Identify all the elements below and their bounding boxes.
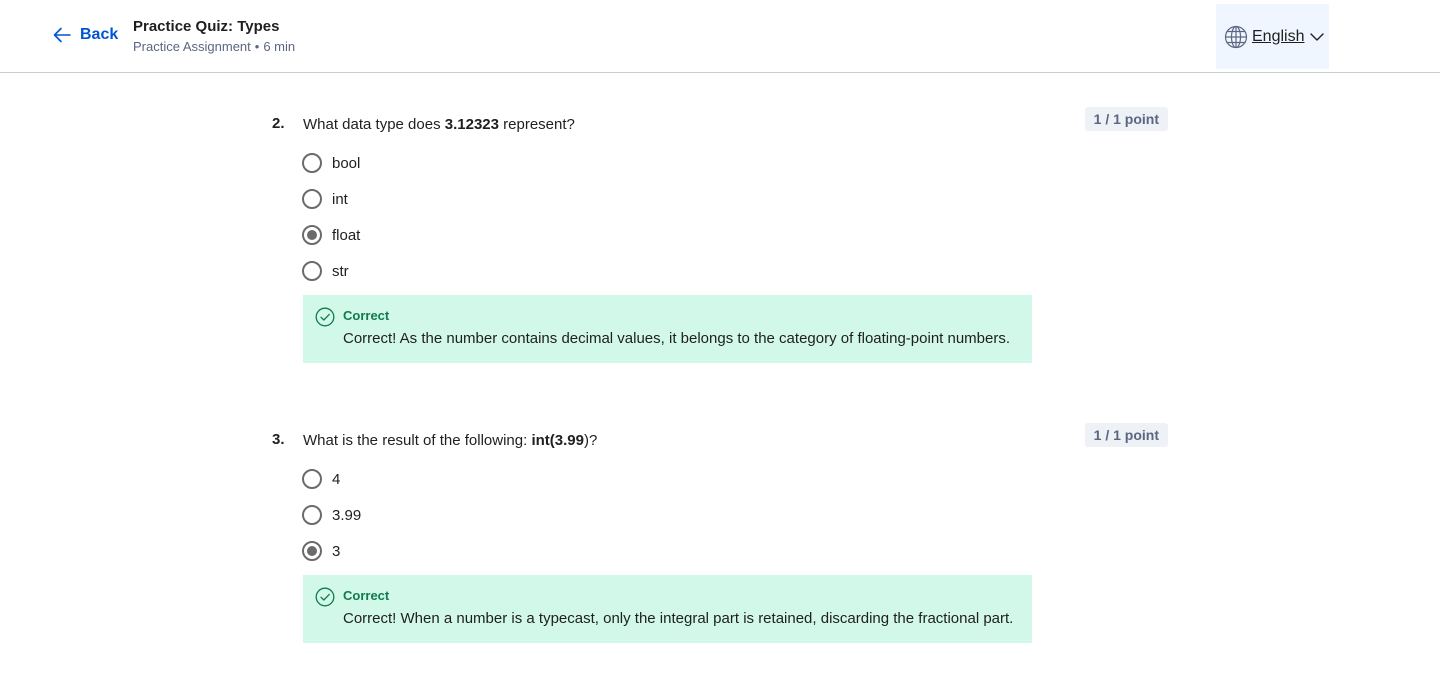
- feedback-correct: Correct Correct! As the number contains …: [303, 295, 1032, 363]
- option-label: str: [332, 262, 349, 280]
- globe-icon: [1224, 25, 1248, 48]
- option-3[interactable]: 3: [302, 540, 340, 562]
- feedback-title: Correct: [343, 588, 390, 603]
- question-text-after: )?: [583, 432, 598, 449]
- question-text-bold: 3.12323: [444, 116, 499, 133]
- question-text-before: What data type does: [303, 116, 445, 133]
- option-4[interactable]: 4: [302, 468, 340, 490]
- assignment-duration: 6 min: [263, 39, 296, 54]
- radio-button[interactable]: [302, 261, 322, 281]
- option-3-99[interactable]: 3.99: [302, 504, 361, 526]
- feedback-title: Correct: [343, 308, 390, 323]
- option-label: int: [332, 190, 348, 208]
- points-badge: 1 / 1 point: [1084, 423, 1168, 447]
- feedback-text: Correct! As the number contains decimal …: [343, 330, 1011, 347]
- feedback-text: Correct! When a number is a typecast, on…: [343, 610, 1014, 627]
- radio-button[interactable]: [302, 469, 322, 489]
- page-title: Practice Quiz: Types: [133, 18, 280, 35]
- check-circle-icon: [315, 307, 335, 327]
- question-text-after: represent?: [499, 116, 575, 133]
- chevron-down-icon: [1310, 32, 1325, 41]
- language-selector[interactable]: English: [1216, 4, 1329, 69]
- radio-button[interactable]: [302, 505, 322, 525]
- question-text-bold: int(3.99: [531, 432, 584, 449]
- option-str[interactable]: str: [302, 260, 349, 282]
- option-bool[interactable]: bool: [302, 152, 360, 174]
- question-number: 2.: [272, 115, 285, 132]
- option-label: bool: [332, 154, 361, 172]
- feedback-correct: Correct Correct! When a number is a type…: [303, 575, 1032, 643]
- question-text-before: What is the result of the following:: [303, 432, 532, 449]
- top-bar: Back Practice Quiz: Types Practice Assig…: [0, 0, 1440, 73]
- option-label: 3.99: [332, 506, 362, 524]
- option-label: float: [332, 226, 361, 244]
- page-title-block: Practice Quiz: Types Practice Assignment…: [133, 17, 295, 56]
- question-text: What is the result of the following: int…: [303, 431, 597, 451]
- radio-button[interactable]: [302, 153, 322, 173]
- question-number: 3.: [272, 431, 285, 448]
- option-int[interactable]: int: [302, 188, 348, 210]
- option-label: 3: [332, 542, 341, 560]
- radio-button-selected[interactable]: [302, 541, 322, 561]
- page-subtitle: Practice Assignment • 6 min: [133, 38, 295, 56]
- radio-button[interactable]: [302, 189, 322, 209]
- question-text: What data type does 3.12323 represent?: [303, 115, 575, 135]
- check-circle-icon: [315, 587, 335, 607]
- subtitle-separator: •: [254, 39, 260, 54]
- language-label: English: [1252, 27, 1305, 45]
- back-button[interactable]: Back: [52, 25, 118, 45]
- arrow-left-icon: [53, 27, 71, 43]
- back-label: Back: [80, 26, 119, 43]
- radio-button-selected[interactable]: [302, 225, 322, 245]
- option-label: 4: [332, 470, 341, 488]
- points-badge: 1 / 1 point: [1084, 107, 1168, 131]
- option-float[interactable]: float: [302, 224, 360, 246]
- assignment-type: Practice Assignment: [133, 39, 251, 54]
